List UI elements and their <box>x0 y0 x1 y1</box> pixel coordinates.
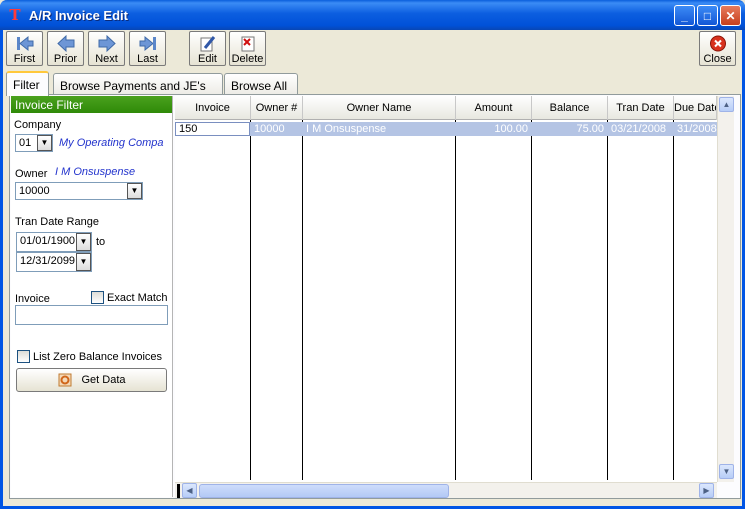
scroll-down-icon[interactable]: ▼ <box>719 464 734 479</box>
next-button[interactable]: Next <box>88 31 125 66</box>
company-label: Company <box>14 119 62 131</box>
edit-label: Edit <box>198 53 217 65</box>
window-title: A/R Invoice Edit <box>29 7 128 23</box>
chevron-down-icon[interactable]: ▼ <box>127 183 142 199</box>
minimize-button[interactable]: _ <box>674 5 695 26</box>
exact-match-label: Exact Match <box>107 292 168 304</box>
invoice-label: Invoice <box>15 293 50 305</box>
col-balance[interactable]: Balance <box>532 96 608 120</box>
col-tran-date[interactable]: Tran Date <box>608 96 674 120</box>
col-amount[interactable]: Amount <box>456 96 532 120</box>
cell-amount[interactable]: 100.00 <box>456 122 531 136</box>
delete-label: Delete <box>231 53 264 65</box>
scroll-left-icon[interactable]: ◀ <box>182 483 197 498</box>
delete-icon <box>241 36 254 52</box>
to-label: to <box>96 236 106 248</box>
close-icon <box>709 35 726 52</box>
tab-browse-all[interactable]: Browse All <box>224 73 298 95</box>
cell-balance[interactable]: 75.00 <box>532 122 607 136</box>
window-close-button[interactable]: ✕ <box>720 5 741 26</box>
cell-owner-name[interactable]: I M Onsuspense <box>303 122 455 136</box>
col-invoice[interactable]: Invoice <box>175 96 251 120</box>
maximize-button[interactable]: □ <box>697 5 718 26</box>
tab-filter[interactable]: Filter <box>6 71 49 96</box>
zero-balance-label: List Zero Balance Invoices <box>33 351 163 363</box>
first-label: First <box>13 53 36 65</box>
owner-select[interactable]: 10000 ▼ <box>15 182 143 200</box>
prior-label: Prior <box>53 53 78 65</box>
company-name: My Operating Compa <box>59 137 164 149</box>
vertical-scrollbar[interactable]: ▲ ▼ <box>717 96 734 482</box>
get-data-button[interactable]: Get Data <box>16 368 167 392</box>
toolbar: First Prior Next Last Edit Delete Close <box>6 31 741 66</box>
grid-header: Invoice Owner # Owner Name Amount Balanc… <box>175 96 717 120</box>
scroll-right-icon[interactable]: ▶ <box>699 483 714 498</box>
date-from-value: 01/01/1900 <box>20 235 76 247</box>
date-to-picker[interactable]: 12/31/2099 ▼ <box>16 252 92 272</box>
cell-owner-num[interactable]: 10000 <box>251 122 302 136</box>
column-divider <box>455 120 456 480</box>
pencil-icon <box>200 36 215 52</box>
owner-label: Owner <box>15 168 48 180</box>
tab-strip: Filter Browse Payments and JE's Browse A… <box>6 71 741 96</box>
left-arrow-icon <box>56 34 74 53</box>
owner-value: 10000 <box>19 185 50 197</box>
column-divider <box>302 120 303 480</box>
horizontal-scrollbar[interactable]: ◀ ▶ <box>175 482 717 498</box>
invoice-grid: Invoice Owner # Owner Name Amount Balanc… <box>175 96 717 482</box>
last-label: Last <box>137 53 158 65</box>
date-from-picker[interactable]: 01/01/1900 ▼ <box>16 232 92 252</box>
column-divider <box>531 120 532 480</box>
cell-due-date[interactable]: 31/2008 <box>674 122 717 136</box>
close-label: Close <box>703 53 732 65</box>
first-button[interactable]: First <box>6 31 43 66</box>
prior-button[interactable]: Prior <box>47 31 84 66</box>
delete-button[interactable]: Delete <box>229 31 266 66</box>
cell-invoice[interactable]: 150 <box>175 122 250 136</box>
get-data-label: Get Data <box>81 374 126 386</box>
next-label: Next <box>95 53 118 65</box>
last-button[interactable]: Last <box>129 31 166 66</box>
last-arrow-icon <box>139 35 156 52</box>
title-bar: T A/R Invoice Edit _ □ ✕ <box>0 0 745 30</box>
tab-browse-payments[interactable]: Browse Payments and JE's <box>53 73 223 95</box>
table-row[interactable]: 150 10000 I M Onsuspense 100.00 75.00 03… <box>175 122 717 136</box>
column-divider <box>607 120 608 480</box>
exact-match-checkbox[interactable] <box>91 291 104 304</box>
right-arrow-icon <box>98 34 116 53</box>
scroll-position-marker <box>177 484 180 498</box>
column-divider <box>250 120 251 480</box>
zero-balance-checkbox[interactable] <box>17 350 30 363</box>
filter-header: Invoice Filter <box>11 96 172 113</box>
column-divider <box>673 120 674 480</box>
chevron-down-icon[interactable]: ▼ <box>37 135 52 151</box>
chevron-down-icon[interactable]: ▼ <box>76 233 91 251</box>
company-select[interactable]: 01 ▼ <box>15 134 53 152</box>
chevron-down-icon[interactable]: ▼ <box>76 253 91 271</box>
col-owner-num[interactable]: Owner # <box>251 96 303 120</box>
tran-date-label: Tran Date Range <box>15 216 99 228</box>
company-value: 01 <box>19 137 32 149</box>
col-owner-name[interactable]: Owner Name <box>303 96 456 120</box>
scroll-up-icon[interactable]: ▲ <box>719 97 734 112</box>
invoice-input[interactable] <box>15 305 168 325</box>
date-to-value: 12/31/2099 <box>20 255 76 267</box>
app-logo-icon: T <box>9 6 21 24</box>
filter-panel: Invoice Filter Company 01 ▼ My Operating… <box>11 96 173 497</box>
get-data-icon <box>58 373 72 387</box>
owner-name: I M Onsuspense <box>55 166 136 178</box>
first-arrow-icon <box>16 35 33 52</box>
scroll-thumb[interactable] <box>199 484 449 498</box>
close-button[interactable]: Close <box>699 31 736 66</box>
tab-content: Invoice Filter Company 01 ▼ My Operating… <box>9 94 741 499</box>
col-due-date[interactable]: Due Date <box>674 96 717 120</box>
cell-tran-date[interactable]: 03/21/2008 <box>608 122 673 136</box>
edit-button[interactable]: Edit <box>189 31 226 66</box>
